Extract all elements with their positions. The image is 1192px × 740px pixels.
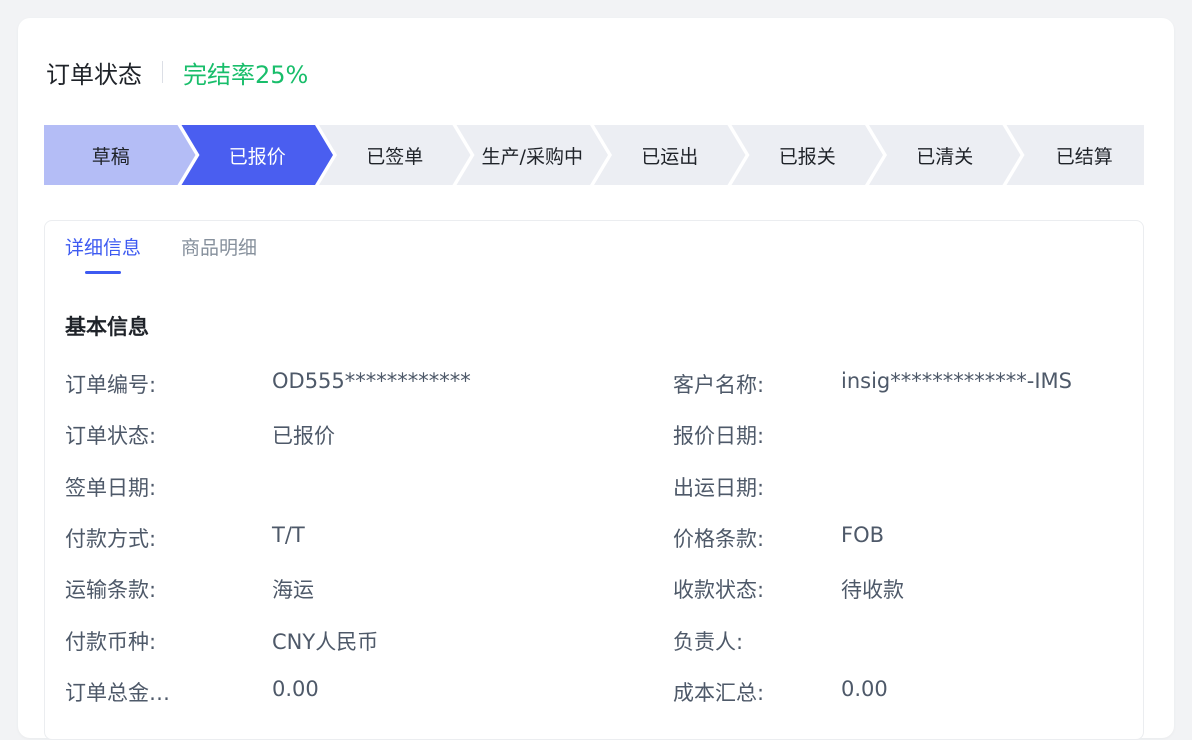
- field-label: 成本汇总:: [673, 680, 765, 705]
- field-label: 订单总金…: [65, 680, 170, 705]
- field-label: 报价日期:: [673, 424, 765, 449]
- status-step-5[interactable]: 已运出: [612, 125, 728, 185]
- status-step-label: 草稿: [91, 145, 130, 168]
- info-row: 订单状态: 已报价 报价日期:: [65, 420, 1125, 456]
- status-step-label: 已清关: [916, 145, 974, 168]
- status-step-label: 生产/采购中: [481, 145, 583, 168]
- tab-details[interactable]: 详细信息: [65, 233, 141, 274]
- section-title: 基本信息: [65, 315, 149, 339]
- field-label: 付款币种:: [65, 629, 157, 654]
- status-steps: 草稿 已报价 已签单 生产/采购中 已运出 已报关 已清关 已结算: [44, 125, 1144, 185]
- status-step-label: 已报关: [778, 145, 836, 168]
- order-status-card: 订单状态 完结率25% 草稿 已报价 已签单 生产/采购中 已运出 已报关 已清关 已结算 详…: [18, 18, 1174, 740]
- info-row: 付款方式: T/T 价格条款: FOB: [65, 523, 1125, 559]
- field-label: 价格条款:: [673, 526, 765, 551]
- field-label: 付款方式:: [65, 526, 157, 551]
- field-label: 签单日期:: [65, 475, 157, 500]
- field-value: T/T: [272, 522, 305, 547]
- status-step-8[interactable]: 已结算: [1025, 125, 1145, 185]
- tab-products[interactable]: 商品明细: [181, 233, 257, 274]
- field-value: FOB: [841, 522, 885, 547]
- status-step-label: 已报价: [228, 145, 286, 168]
- status-step-1[interactable]: 草稿: [44, 125, 178, 185]
- status-step-label: 已运出: [641, 145, 699, 168]
- field-value: OD555************: [272, 369, 471, 393]
- tab-bar: 详细信息 商品明细: [65, 233, 257, 274]
- field-value: 已报价: [272, 424, 335, 449]
- card-header: 订单状态 完结率25%: [46, 54, 308, 90]
- page-title: 订单状态: [46, 60, 142, 89]
- field-value: CNY人民币: [272, 629, 379, 654]
- status-step-2[interactable]: 已报价: [200, 125, 316, 185]
- status-step-7[interactable]: 已清关: [887, 125, 1003, 185]
- header-divider: [162, 61, 163, 83]
- status-step-3[interactable]: 已签单: [337, 125, 453, 185]
- status-step-4[interactable]: 生产/采购中: [475, 125, 591, 185]
- info-row: 运输条款: 海运 收款状态: 待收款: [65, 574, 1125, 610]
- field-label: 客户名称:: [673, 373, 765, 397]
- status-step-6[interactable]: 已报关: [750, 125, 866, 185]
- info-row: 订单编号: OD555************ 客户名称: insig********…: [65, 369, 1125, 405]
- field-value: 海运: [272, 578, 314, 603]
- status-step-label: 已结算: [1055, 145, 1113, 168]
- field-value: 待收款: [841, 578, 904, 603]
- info-row: 付款币种: CNY人民币 负责人:: [65, 626, 1125, 662]
- field-label: 收款状态:: [673, 578, 765, 603]
- completion-rate: 完结率25%: [183, 60, 309, 89]
- field-label: 运输条款:: [65, 578, 157, 603]
- field-label: 出运日期:: [673, 475, 765, 500]
- field-value: 0.00: [272, 676, 319, 701]
- detail-panel: 详细信息 商品明细 基本信息 订单编号: OD555************ 客户名…: [44, 220, 1144, 740]
- field-label: 订单状态:: [65, 424, 157, 449]
- info-row: 签单日期: 出运日期:: [65, 472, 1125, 508]
- field-value: 0.00: [841, 676, 888, 701]
- status-step-label: 已签单: [366, 145, 424, 168]
- field-label: 订单编号:: [65, 373, 157, 397]
- info-row: 订单总金… 0.00 成本汇总: 0.00: [65, 677, 1125, 713]
- field-label: 负责人:: [673, 629, 744, 654]
- field-value: insig*************-IMS: [841, 369, 1072, 393]
